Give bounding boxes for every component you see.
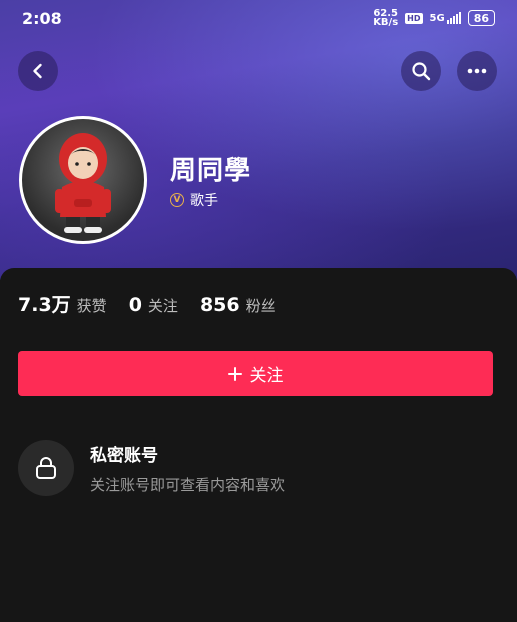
stat-followers-label: 粉丝 bbox=[245, 297, 276, 315]
more-button[interactable] bbox=[457, 51, 497, 91]
verified-badge-icon: V bbox=[170, 193, 184, 207]
network-type: 5G bbox=[429, 12, 445, 24]
stat-following[interactable]: 0 关注 bbox=[129, 294, 178, 316]
stat-likes-value: 7.3万 bbox=[18, 294, 71, 316]
battery-icon: 86 bbox=[467, 10, 495, 26]
private-account-text: 私密账号 关注账号即可查看内容和喜欢 bbox=[90, 441, 285, 495]
private-account-description: 关注账号即可查看内容和喜欢 bbox=[90, 476, 286, 494]
cellular-status: 5G bbox=[430, 12, 461, 24]
hd-icon: HD bbox=[405, 12, 423, 24]
search-icon bbox=[412, 62, 431, 81]
status-indicators: 62.5 KB/s HD 5G 86 bbox=[373, 9, 495, 28]
display-name: 周同學 bbox=[170, 156, 252, 186]
avatar-figure bbox=[55, 133, 111, 233]
verification-row: V 歌手 bbox=[170, 190, 218, 210]
plus-icon bbox=[227, 366, 242, 381]
battery-level: 86 bbox=[473, 11, 489, 25]
private-account-notice: 私密账号 关注账号即可查看内容和喜欢 bbox=[18, 440, 285, 496]
stat-likes[interactable]: 7.3万 获赞 bbox=[18, 290, 107, 317]
network-speed-unit: KB/s bbox=[373, 17, 399, 28]
verification-label: 歌手 bbox=[190, 193, 218, 209]
chevron-left-icon bbox=[33, 63, 42, 79]
stat-following-label: 关注 bbox=[147, 297, 178, 315]
stat-followers-value: 856 bbox=[199, 294, 240, 316]
lock-icon-container bbox=[18, 440, 74, 496]
follow-button[interactable]: 关注 bbox=[18, 351, 493, 396]
back-button[interactable] bbox=[18, 51, 58, 91]
lock-icon bbox=[36, 457, 56, 479]
avatar[interactable] bbox=[19, 116, 147, 244]
status-time: 2:08 bbox=[22, 8, 62, 28]
stat-likes-label: 获赞 bbox=[76, 297, 107, 315]
private-account-title: 私密账号 bbox=[90, 446, 158, 466]
status-bar: 2:08 62.5 KB/s HD 5G 86 bbox=[0, 0, 517, 36]
search-button[interactable] bbox=[401, 51, 441, 91]
stat-following-value: 0 bbox=[128, 294, 142, 316]
network-speed: 62.5 KB/s bbox=[373, 9, 399, 28]
stat-followers[interactable]: 856 粉丝 bbox=[200, 294, 276, 316]
more-horizontal-icon bbox=[467, 68, 487, 74]
follow-button-label: 关注 bbox=[249, 366, 284, 386]
signal-icon bbox=[446, 12, 461, 24]
profile-stats: 7.3万 获赞 0 关注 856 粉丝 bbox=[18, 290, 276, 317]
